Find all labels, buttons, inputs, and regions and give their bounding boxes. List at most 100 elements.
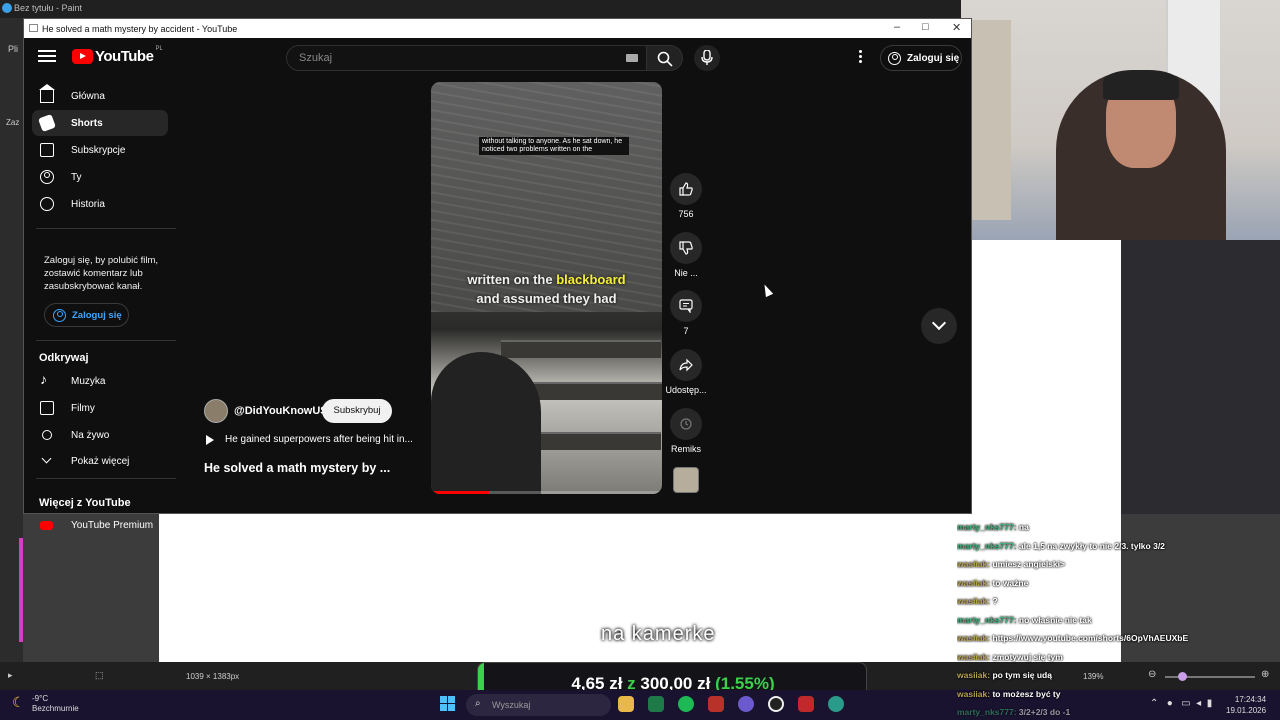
sidebar-item-label: Subskrypcje (71, 145, 126, 156)
signin-button[interactable]: Zaloguj się (880, 45, 962, 71)
chat-username: marty_nks777: (957, 540, 1017, 551)
sidebar-item-label: Na żywo (71, 430, 110, 441)
taskbar-search[interactable]: ⌕ Wyszukaj (466, 694, 611, 716)
canvas-dimensions: 1039 × 1383px (186, 672, 240, 681)
like-button[interactable] (670, 173, 702, 205)
sidebar-item-home[interactable]: Główna (32, 83, 168, 109)
more-from-youtube-heading: Więcej z YouTube (39, 497, 131, 509)
sound-thumbnail[interactable] (673, 467, 699, 493)
discord-icon[interactable] (738, 696, 754, 712)
next-short-button[interactable] (921, 308, 957, 344)
maximize-icon[interactable]: □ (922, 21, 929, 33)
remix-icon (680, 418, 692, 430)
menu-icon[interactable] (38, 50, 56, 64)
share-button[interactable] (670, 349, 702, 381)
store-icon[interactable] (648, 696, 664, 712)
sidebar-item-label: YouTube Premium (71, 520, 154, 531)
channel-handle[interactable]: @DidYouKnowUS (234, 405, 328, 417)
sidebar-item-premium[interactable]: YouTube Premium (32, 512, 168, 538)
search-placeholder: Szukaj (299, 52, 333, 64)
short-title[interactable]: He solved a math mystery by ... (204, 461, 390, 475)
weather-widget[interactable]: ☾ -9°C Bezchmurnie (12, 694, 79, 714)
chat-text: no właśnie nie tak (1018, 614, 1092, 625)
chat-username: wasiiak: (957, 633, 991, 643)
signin-prompt: Zaloguj się, by polubić film, zostawić k… (44, 255, 159, 292)
chat-username: wasiiak: (957, 596, 991, 606)
chat-text: https://www.youtube.com/shorts/6OpVhAEUX… (992, 633, 1189, 643)
subscribe-button[interactable]: Subskrybuj (322, 399, 392, 423)
youtube-premium-icon (40, 521, 53, 530)
chat-message: wasiiak: ? (957, 592, 1280, 611)
keyboard-icon[interactable] (626, 54, 638, 62)
moon-icon: ☾ (12, 694, 25, 710)
sidebar-item-label: Pokaż więcej (71, 456, 130, 467)
chat-text: ale 1,5 na zwykły to nie 2/3. tylko 3/2 (1018, 540, 1165, 551)
search-input[interactable]: Szukaj (286, 45, 647, 71)
minimize-icon[interactable]: – (894, 21, 900, 33)
sidebar-item-you[interactable]: Ty (32, 164, 168, 190)
chat-message: wasiiak: to możesz być ty (957, 685, 1280, 704)
video-desk (501, 340, 661, 358)
chat-message: wasiiak: zmotywuj się tym (957, 648, 1280, 667)
sidebar-item-history[interactable]: Historia (32, 191, 168, 217)
sidebar-item-films[interactable]: Filmy (32, 395, 168, 421)
video-progress-bar[interactable] (431, 491, 662, 494)
file-explorer-icon[interactable] (618, 696, 634, 712)
account-icon (888, 52, 901, 65)
comments-button[interactable] (670, 290, 702, 322)
youtube-logo[interactable]: YouTube PL (72, 45, 163, 65)
chat-message: wasiiak: to ważne (957, 574, 1280, 593)
music-icon: ♪ (40, 371, 47, 387)
paint-left-panel: Pli Zaz (0, 18, 23, 662)
video-caption-line1: written on the blackboard (431, 272, 662, 287)
channel-avatar[interactable] (204, 399, 228, 423)
window-title: He solved a math mystery by accident - Y… (42, 24, 238, 34)
chat-text: na (1018, 522, 1029, 532)
browser-window: He solved a math mystery by accident - Y… (23, 18, 972, 531)
sidebar-item-music[interactable]: ♪ Muzyka (32, 368, 168, 394)
chat-username: marty_nks777: (957, 522, 1017, 532)
sidebar-signin-button[interactable]: Zaloguj się (44, 303, 129, 327)
history-icon (40, 197, 54, 211)
start-button[interactable] (440, 696, 456, 712)
shorts-icon (38, 114, 56, 132)
caption-highlight: blackboard (556, 272, 626, 287)
dislike-button[interactable] (670, 232, 702, 264)
search-button[interactable] (647, 45, 683, 71)
sidebar-item-show-more[interactable]: Pokaż więcej (32, 448, 168, 474)
signin-label: Zaloguj się (72, 310, 122, 321)
sidebar-item-subscriptions[interactable]: Subskrypcje (32, 137, 168, 163)
thumbs-up-icon (679, 182, 693, 196)
sidebar-item-shorts[interactable]: Shorts (32, 110, 168, 136)
shorts-video-player[interactable]: without talking to anyone. As he sat dow… (431, 82, 662, 494)
webcam-background-door (971, 20, 1011, 220)
youtube-masthead: YouTube PL Szukaj Zaloguj się (24, 38, 971, 78)
chat-message: marty_nks777: ale 1,5 na zwykły to nie 2… (957, 537, 1280, 556)
sidebar-item-live[interactable]: Na żywo (32, 422, 168, 448)
comment-count: 7 (683, 326, 689, 336)
app-icon-teal[interactable] (828, 696, 844, 712)
paint-canvas-right[interactable] (962, 240, 1121, 514)
camera-overlay-text: na kamerke (601, 623, 716, 645)
remix-button[interactable] (670, 408, 702, 440)
sidebar-item-label: Muzyka (71, 376, 106, 387)
youtube-app-icon[interactable] (798, 696, 814, 712)
more-options-icon[interactable] (852, 50, 868, 66)
obs-icon[interactable] (768, 696, 784, 712)
voice-search-button[interactable] (694, 45, 720, 71)
video-progress-fill (431, 491, 489, 494)
sidebar-divider (36, 228, 176, 229)
taskbar-search-placeholder: Wyszukaj (492, 700, 531, 710)
spotify-icon[interactable] (678, 696, 694, 712)
app-icon-red[interactable] (708, 696, 724, 712)
close-icon[interactable]: ✕ (952, 21, 961, 34)
sidebar-item-label: Ty (71, 172, 82, 183)
chat-username: marty_nks777: (957, 614, 1017, 625)
user-icon (40, 170, 54, 184)
chat-username: wasiiak: (957, 559, 991, 569)
like-count: 756 (678, 209, 694, 219)
chat-message: marty_nks777: na (957, 518, 1280, 537)
youtube-wordmark: YouTube (95, 48, 154, 65)
weather-temp: -9°C (32, 694, 49, 703)
country-code: PL (155, 45, 163, 52)
